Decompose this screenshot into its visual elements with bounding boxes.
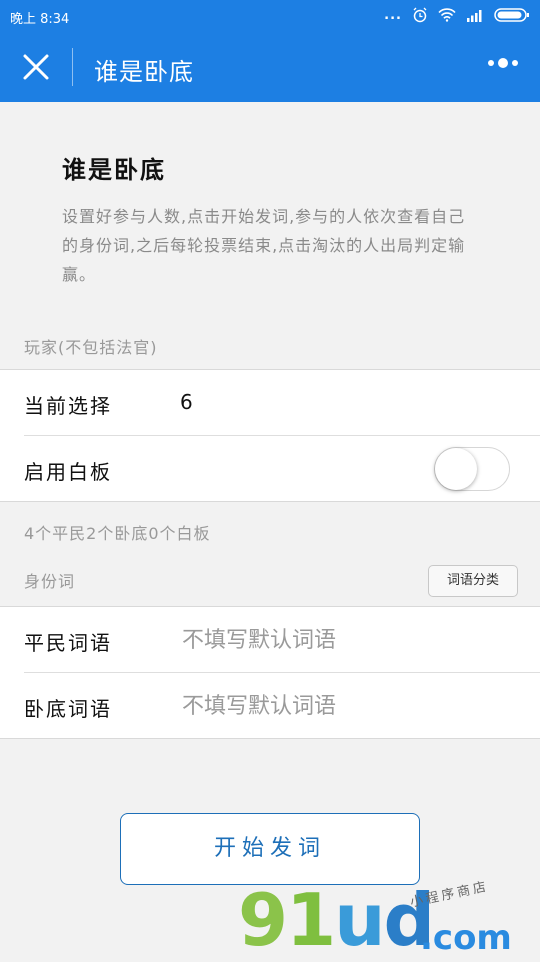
- close-icon[interactable]: [22, 53, 50, 81]
- watermark-wordmark: 91ud: [238, 878, 435, 962]
- status-dots: ...: [384, 7, 402, 23]
- civilian-word-input[interactable]: [180, 621, 514, 659]
- intro-title: 谁是卧底: [62, 156, 166, 184]
- players-section-label: 玩家(不包括法官): [24, 338, 158, 357]
- watermark-domain: .com: [420, 918, 512, 958]
- spy-word-cell: 卧底词语: [24, 672, 540, 738]
- civilian-word-cell: 平民词语: [0, 607, 540, 672]
- current-select-value[interactable]: 6: [180, 390, 193, 414]
- alarm-icon: [413, 7, 427, 23]
- nav-bar: 谁是卧底: [0, 32, 540, 102]
- spy-word-label: 卧底词语: [24, 697, 112, 721]
- blank-toggle-label: 启用白板: [24, 460, 112, 484]
- players-group: 当前选择 6 启用白板: [0, 369, 540, 502]
- more-dot: [488, 60, 494, 66]
- switch-knob: [435, 448, 477, 490]
- civilian-word-label: 平民词语: [24, 631, 112, 655]
- watermark-logo: 91ud 小程序商店 .com: [238, 878, 540, 962]
- blank-toggle-cell: 启用白板: [24, 435, 540, 501]
- more-icon[interactable]: [488, 58, 518, 68]
- spy-word-input[interactable]: [180, 687, 514, 725]
- more-dot: [512, 60, 518, 66]
- blank-toggle-switch[interactable]: [434, 447, 510, 491]
- wm-char: u: [334, 878, 385, 962]
- words-section-label: 身份词: [24, 572, 76, 591]
- intro-description: 设置好参与人数,点击开始发词,参与的人依次查看自己的身份词,之后每轮投票结束,点…: [62, 207, 466, 284]
- status-icons: ...: [384, 7, 530, 23]
- status-time: 晚上 8:34: [10, 12, 70, 27]
- wm-char: 1: [286, 878, 336, 962]
- start-deal-button[interactable]: 开始发词: [120, 813, 420, 885]
- battery-icon: [494, 8, 529, 22]
- word-classify-button[interactable]: 词语分类: [428, 565, 518, 597]
- more-dot: [498, 58, 508, 68]
- wm-char: 9: [238, 878, 288, 962]
- current-select-label: 当前选择: [24, 394, 112, 418]
- status-bar: 晚上 8:34 ...: [0, 0, 540, 32]
- wifi-icon: [438, 8, 456, 22]
- nav-divider: [72, 48, 73, 86]
- words-group: 平民词语 卧底词语: [0, 606, 540, 739]
- signal-icon: [467, 10, 482, 22]
- player-summary: 4个平民2个卧底0个白板: [24, 524, 211, 543]
- nav-title: 谁是卧底: [94, 58, 194, 86]
- player-count-cell[interactable]: 当前选择 6: [0, 370, 540, 435]
- intro-section: 谁是卧底 设置好参与人数,点击开始发词,参与的人依次查看自己的身份词,之后每轮投…: [0, 102, 540, 324]
